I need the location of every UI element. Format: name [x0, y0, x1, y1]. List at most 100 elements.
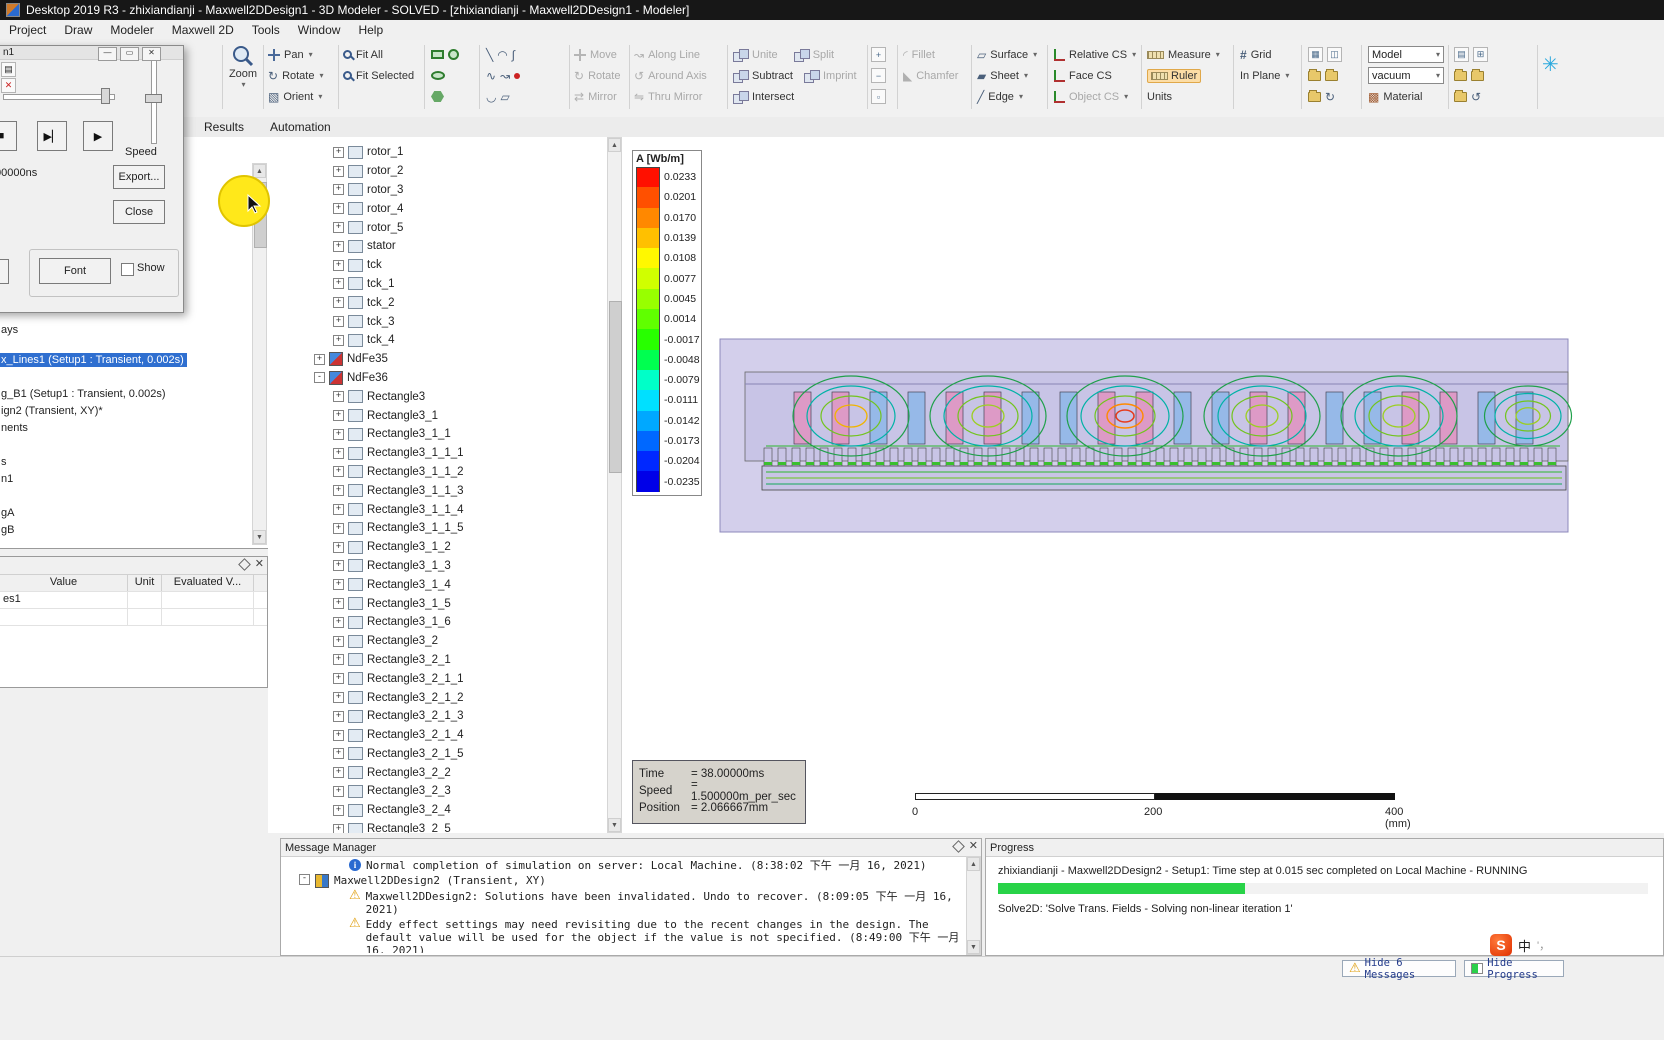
draw-ellipse-icon[interactable] — [431, 71, 445, 80]
model-tree-item[interactable]: + Rectangle3_2_1 — [268, 651, 607, 670]
play-button[interactable]: ▶ — [83, 121, 113, 151]
zoom-button[interactable]: Zoom — [229, 68, 257, 80]
modeler-viewport[interactable]: A [Wb/m] 0.0233 0.0201 0.0170 0.0139 0.0108 0… — [622, 137, 1664, 833]
draw-point-icon[interactable] — [514, 72, 521, 79]
export-folder-icon[interactable] — [1454, 89, 1467, 102]
cover-surface-icon[interactable]: ▱ — [500, 91, 509, 103]
tree-expander-icon[interactable]: + — [333, 259, 344, 271]
model-tree-item[interactable]: + Rectangle3_1_1_4 — [268, 500, 607, 519]
undo-icon[interactable]: ↺ — [1471, 91, 1481, 103]
chevron-down-icon[interactable]: ▾ — [1024, 71, 1028, 80]
draw-polyline-icon[interactable]: ↝ — [500, 70, 510, 82]
snap-icon[interactable]: ⊞ — [1473, 47, 1488, 62]
project-tree-item[interactable]: s — [0, 455, 10, 469]
model-tree-item[interactable]: + Rectangle3_1_5 — [268, 594, 607, 613]
chevron-down-icon[interactable]: ▾ — [241, 80, 245, 89]
menu-item-help[interactable]: Help — [349, 21, 392, 39]
tree-expander-icon[interactable]: + — [333, 823, 344, 833]
model-tree-item[interactable]: + tck_1 — [268, 275, 607, 294]
tree-expander-icon[interactable]: + — [333, 334, 344, 346]
model-tree-item[interactable]: + tck_2 — [268, 293, 607, 312]
fit-selected-button[interactable]: Fit Selected — [356, 70, 414, 82]
hide-messages-button[interactable]: ⚠ Hide 6 Messages — [1342, 957, 1456, 981]
model-tree-item[interactable]: + rotor_2 — [268, 162, 607, 181]
intersect-button[interactable]: Intersect — [752, 91, 794, 103]
project-folder-icon[interactable] — [1454, 68, 1467, 81]
ansys-electronics-icon[interactable]: ✳ — [1542, 54, 1559, 74]
project-tree-item[interactable]: gB — [0, 523, 17, 537]
model-tree-item[interactable]: + Rectangle3_1_2 — [268, 538, 607, 557]
model-tree-item[interactable]: + stator — [268, 237, 607, 256]
material-button[interactable]: Material — [1383, 91, 1422, 103]
project-tree-item[interactable]: nents — [0, 421, 31, 435]
sheet-button[interactable]: Sheet — [990, 70, 1019, 82]
tree-expander-icon[interactable]: + — [333, 804, 344, 816]
move-button[interactable]: Move — [590, 49, 617, 61]
close-window-icon[interactable]: ✕ — [142, 47, 161, 61]
tree-expander-icon[interactable]: + — [333, 222, 344, 234]
fit-all-button[interactable]: Fit All — [356, 49, 383, 61]
export-button[interactable]: Export... — [113, 165, 165, 189]
model-tree-item[interactable]: + rotor_3 — [268, 181, 607, 200]
chevron-down-icon[interactable]: ▾ — [1124, 92, 1128, 101]
model-tree-item[interactable]: + Rectangle3_1_1_1 — [268, 444, 607, 463]
collapse-icon[interactable]: − — [871, 68, 886, 83]
message-node[interactable]: - Maxwell2DDesign2 (Transient, XY) — [281, 874, 965, 888]
tree-expander-icon[interactable]: + — [333, 579, 344, 591]
draw-line-icon[interactable]: ╲ — [486, 49, 493, 61]
chevron-down-icon[interactable]: ▾ — [1216, 50, 1220, 59]
expand-icon[interactable]: + — [871, 47, 886, 62]
draw-3pt-arc-icon[interactable]: ◡ — [486, 91, 496, 103]
model-tree-item[interactable]: + Rectangle3_1_6 — [268, 613, 607, 632]
hide-progress-button[interactable]: Hide Progress — [1464, 957, 1564, 981]
model-tree-item[interactable]: + Rectangle3_2_1_4 — [268, 726, 607, 745]
relative-cs-button[interactable]: Relative CS — [1069, 49, 1127, 61]
model-tree-scrollbar[interactable]: ▲ ▼ — [607, 137, 622, 833]
mirror-button[interactable]: Mirror — [588, 91, 617, 103]
model-tree-item[interactable]: + Rectangle3_1_1_2 — [268, 463, 607, 482]
model-tree-item[interactable]: + rotor_1 — [268, 143, 607, 162]
dialog-title-bar[interactable]: n1 — ▭ ✕ — [0, 46, 183, 61]
tree-expander-icon[interactable]: + — [333, 635, 344, 647]
grid-button[interactable]: Grid — [1251, 49, 1272, 61]
message-warning[interactable]: ⚠ Eddy effect settings may need revisitin… — [281, 917, 965, 953]
unite-button[interactable]: Unite — [752, 49, 778, 61]
close-button[interactable]: Close — [113, 200, 165, 224]
project-tree-item[interactable]: ign2 (Transient, XY)* — [0, 404, 106, 418]
project-tree-item[interactable]: g_B1 (Setup1 : Transient, 0.002s) — [0, 387, 169, 401]
imprint-button[interactable]: Imprint — [823, 70, 857, 82]
object-cs-button[interactable]: Object CS — [1069, 91, 1119, 103]
menu-item-modeler[interactable]: Modeler — [101, 21, 162, 39]
tree-expander-icon[interactable]: + — [333, 616, 344, 628]
model-tree-item[interactable]: + tck — [268, 256, 607, 275]
scroll-down-icon[interactable]: ▼ — [967, 940, 980, 954]
restore-button[interactable]: ▭ — [120, 47, 139, 61]
minimize-button[interactable]: — — [98, 47, 117, 61]
chevron-down-icon[interactable]: ▾ — [1033, 50, 1037, 59]
archive-folder-icon[interactable] — [1308, 89, 1321, 102]
measure-button[interactable]: Measure — [1168, 49, 1211, 61]
tree-expander-icon[interactable]: + — [333, 729, 344, 741]
open-folder-icon[interactable] — [1308, 68, 1321, 81]
tree-expander-icon[interactable]: + — [333, 146, 344, 158]
chevron-down-icon[interactable]: ▾ — [319, 71, 323, 80]
model-tree-item[interactable]: + Rectangle3_1_1 — [268, 425, 607, 444]
tree-expander-icon[interactable]: + — [333, 391, 344, 403]
menu-item-project[interactable]: Project — [0, 21, 55, 39]
project-tree-item[interactable]: n1 — [0, 472, 16, 486]
rotate-button[interactable]: Rotate — [588, 70, 620, 82]
message-scrollbar[interactable]: ▲ ▼ — [966, 856, 981, 955]
tree-expander-icon[interactable]: + — [333, 748, 344, 760]
menu-item-draw[interactable]: Draw — [55, 21, 101, 39]
library-folder-icon[interactable] — [1471, 68, 1484, 81]
step-forward-button[interactable]: ▶▏ — [37, 121, 67, 151]
orient-button[interactable]: Orient — [283, 91, 313, 103]
draw-arc-icon[interactable]: ◠ — [497, 49, 507, 61]
model-tree-item[interactable]: + Rectangle3_2_4 — [268, 801, 607, 820]
fillet-button[interactable]: Fillet — [912, 49, 935, 61]
tree-expander-icon[interactable]: + — [333, 654, 344, 666]
axes-toggle-icon[interactable]: ◫ — [1327, 47, 1342, 62]
tree-expander-icon[interactable]: + — [333, 504, 344, 516]
model-tree-item[interactable]: + Rectangle3_1_1_5 — [268, 519, 607, 538]
model-tree-item[interactable]: + Rectangle3_2_2 — [268, 763, 607, 782]
